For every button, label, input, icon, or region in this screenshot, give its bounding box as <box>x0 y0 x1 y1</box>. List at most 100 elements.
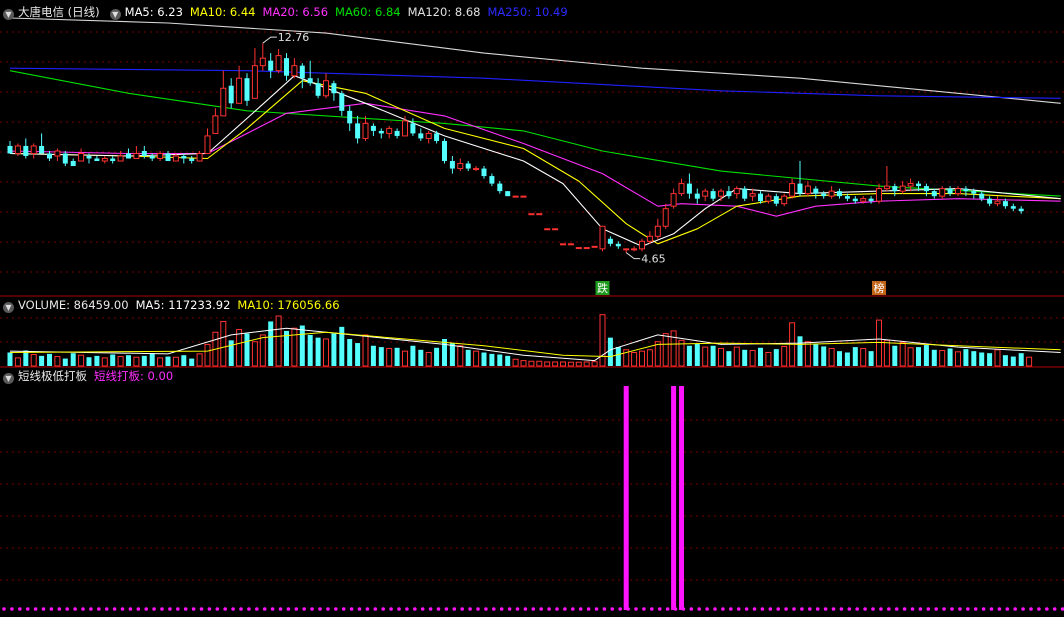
chevron-down-icon[interactable]: ▼ <box>3 302 14 313</box>
volume-bar[interactable] <box>599 314 606 367</box>
signal-bar[interactable] <box>623 386 629 610</box>
volume-bar[interactable] <box>196 353 203 367</box>
volume-bar[interactable] <box>916 347 921 366</box>
volume-bar[interactable] <box>987 353 993 366</box>
volume-bar[interactable] <box>14 357 21 367</box>
candle[interactable] <box>544 228 551 231</box>
volume-bar[interactable] <box>434 347 440 366</box>
volume-bar[interactable] <box>275 315 282 367</box>
volume-bar[interactable] <box>362 334 369 367</box>
volume-bar[interactable] <box>931 349 937 366</box>
volume-bar[interactable] <box>883 339 890 367</box>
volume-bar[interactable] <box>133 356 140 367</box>
volume-bar[interactable] <box>149 353 155 366</box>
volume-bar[interactable] <box>465 349 471 366</box>
volume-bar[interactable] <box>575 361 582 367</box>
volume-bar[interactable] <box>1026 356 1033 367</box>
volume-bar[interactable] <box>47 353 52 366</box>
volume-bar[interactable] <box>418 349 424 366</box>
volume-bar[interactable] <box>189 358 195 366</box>
volume-bar[interactable] <box>631 352 638 367</box>
volume-bar[interactable] <box>899 341 906 367</box>
volume-bar[interactable] <box>244 333 250 366</box>
volume-bar[interactable] <box>355 343 361 366</box>
volume-bar[interactable] <box>7 352 13 367</box>
volume-bar[interactable] <box>765 352 772 367</box>
volume-bar[interactable] <box>291 327 298 367</box>
volume-bar[interactable] <box>402 350 408 367</box>
chevron-down-icon[interactable]: ▼ <box>109 9 121 20</box>
volume-bar[interactable] <box>386 347 393 367</box>
volume-bar[interactable] <box>110 354 116 366</box>
volume-bar[interactable] <box>923 345 929 366</box>
volume-bar[interactable] <box>512 358 519 367</box>
volume-bar[interactable] <box>773 349 779 366</box>
volume-bar[interactable] <box>30 354 37 367</box>
volume-bar[interactable] <box>70 353 76 366</box>
volume-bar[interactable] <box>165 356 171 366</box>
volume-bar[interactable] <box>157 357 164 367</box>
volume-bar[interactable] <box>560 361 566 367</box>
volume-bar[interactable] <box>639 350 645 367</box>
candle[interactable] <box>552 228 559 231</box>
candle[interactable] <box>591 245 598 248</box>
volume-bar[interactable] <box>742 349 748 366</box>
volume-bar[interactable] <box>733 346 740 367</box>
volume-bar[interactable] <box>979 352 985 367</box>
volume-bar[interactable] <box>813 344 819 366</box>
volume-bar[interactable] <box>852 347 858 366</box>
volume-bar[interactable] <box>1010 356 1016 366</box>
candle[interactable] <box>560 243 566 246</box>
volume-bar[interactable] <box>141 355 147 366</box>
volume-bar[interactable] <box>758 347 763 366</box>
volume-bar[interactable] <box>181 355 187 366</box>
candle[interactable] <box>520 195 527 198</box>
volume-bar[interactable] <box>686 345 692 366</box>
volume-bar[interactable] <box>615 347 621 366</box>
candle[interactable] <box>442 138 447 164</box>
volume-bar[interactable] <box>567 361 574 367</box>
volume-bar[interactable] <box>528 360 535 367</box>
volume-bar[interactable] <box>449 343 455 366</box>
volume-bar[interactable] <box>726 351 732 366</box>
candle[interactable] <box>599 225 606 252</box>
volume-bar[interactable] <box>1002 355 1008 366</box>
volume-bar[interactable] <box>828 347 835 367</box>
candle[interactable] <box>505 191 511 197</box>
volume-bar[interactable] <box>259 334 266 367</box>
volume-bar[interactable] <box>394 347 400 366</box>
volume-bar[interactable] <box>662 333 669 367</box>
volume-bar[interactable] <box>837 351 842 366</box>
volume-bar[interactable] <box>117 356 124 367</box>
volume-bar[interactable] <box>489 353 495 366</box>
volume-bar[interactable] <box>268 321 274 366</box>
volume-bar[interactable] <box>497 354 503 366</box>
volume-bar[interactable] <box>78 354 85 367</box>
volume-bar[interactable] <box>347 339 353 366</box>
volume-bar[interactable] <box>1018 353 1024 366</box>
stock-title[interactable]: 大唐电信 (日线) <box>18 5 100 19</box>
volume-bar[interactable] <box>907 347 914 367</box>
volume-bar[interactable] <box>126 355 131 366</box>
volume-bar[interactable] <box>710 345 716 366</box>
chevron-down-icon[interactable]: ▼ <box>3 9 14 20</box>
volume-bar[interactable] <box>481 352 487 367</box>
volume-bar[interactable] <box>370 345 376 366</box>
volume-bar[interactable] <box>315 337 321 366</box>
volume-bar[interactable] <box>204 343 211 367</box>
volume-bar[interactable] <box>718 347 724 367</box>
volume-bar[interactable] <box>749 349 756 367</box>
volume-bar[interactable] <box>101 357 108 367</box>
candle[interactable] <box>583 247 590 250</box>
signal-bar[interactable] <box>671 386 677 610</box>
volume-bar[interactable] <box>781 345 788 367</box>
volume-bar[interactable] <box>228 340 234 366</box>
volume-bar[interactable] <box>544 361 551 367</box>
volume-bar[interactable] <box>868 351 874 366</box>
candle[interactable] <box>528 213 535 216</box>
candle[interactable] <box>567 243 574 246</box>
volume-bar[interactable] <box>947 348 953 366</box>
volume-bar[interactable] <box>62 358 68 366</box>
chevron-down-icon[interactable]: ▼ <box>3 373 14 384</box>
volume-bar[interactable] <box>694 343 700 366</box>
